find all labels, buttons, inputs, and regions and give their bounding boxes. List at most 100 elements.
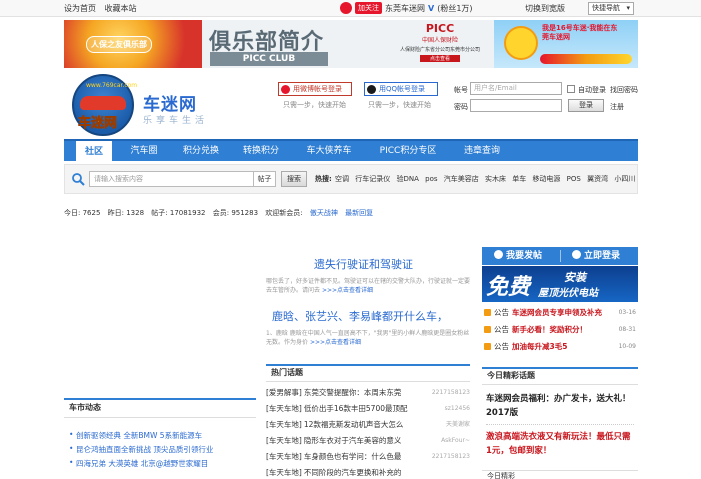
new-member-link[interactable]: 傲天战神 [310, 209, 338, 217]
topic-title[interactable]: 不同阶段的汽车更换和补充的 [304, 468, 402, 477]
solar-ad-banner[interactable]: 免费 安装 屋顶光伏电站 [482, 266, 638, 302]
topic-title[interactable]: 车身颜色也有学问：什么色最 [304, 452, 402, 461]
topic-title[interactable]: 东莞交警提醒你：本周末东莞 [304, 388, 402, 397]
article-title[interactable]: 遗失行驶证和驾驶证 [314, 256, 413, 272]
picc-cn: 中国人保财险 [421, 37, 458, 44]
logo-text: 车迷网 [78, 116, 118, 132]
notice-icon [484, 343, 491, 350]
auto-login-checkbox[interactable] [567, 85, 575, 93]
search-bar: 请输入搜索内容 帖子 搜索 热搜: 空调 行车记录仪 验DNA pos 汽车美容… [64, 164, 638, 194]
hot-search-label: 热搜: [315, 175, 332, 183]
stat-posts: 帖子: 17081932 [151, 209, 206, 217]
notice-title[interactable]: 新手必看！奖励积分！ [512, 325, 587, 334]
car-news-header: 车市动态 [64, 398, 256, 418]
today-topic[interactable]: 激浪高端洗衣液又有新玩法！最低只需1元，包邮到家！ [486, 430, 634, 458]
hot-search-item[interactable]: pos [425, 175, 437, 183]
forgot-password-link[interactable]: 找回密码 [610, 85, 638, 95]
hot-search-item[interactable]: 汽车美容店 [444, 175, 479, 183]
topic-author[interactable]: AskFour~ [441, 433, 470, 448]
topic-author[interactable]: 2217158123 [432, 449, 470, 464]
hot-search-item[interactable]: 行车记录仪 [355, 175, 390, 183]
qq-login-button[interactable]: 用QQ帐号登录 [364, 82, 438, 96]
post-button[interactable]: 我要发帖 [494, 247, 542, 265]
list-item[interactable]: 公告 车迷网会员专享申领及补充 03-16 [484, 305, 640, 320]
list-item[interactable]: 公告 新手必看！奖励积分！ 08-31 [484, 322, 640, 337]
hot-search-item[interactable]: 实木床 [485, 175, 506, 183]
top-bar: 设为首页 收藏本站 加关注 东莞车迷网 V (粉丝1万) 切换到宽版 快捷导航 [0, 0, 701, 17]
hot-search-item[interactable]: 验DNA [396, 175, 418, 183]
topic-title[interactable]: 低价出手16款丰田5700最顶配 [304, 404, 408, 413]
topic-title[interactable]: 12款福克斯发动机声音大怎么 [304, 420, 404, 429]
today-topic[interactable]: 车迷网会员福利：办广发卡，送大礼！2017版 [486, 392, 634, 420]
bookmark-link[interactable]: 收藏本站 [105, 4, 137, 13]
banner-right-ad[interactable]: 我是16号车迷·我能在东莞车迷网 [494, 20, 638, 68]
quick-nav-dropdown[interactable]: 快捷导航 [588, 2, 634, 15]
article-title[interactable]: 鹿晗、张艺兴、李易峰都开什么车， [272, 308, 448, 324]
welcome-text: 欢迎新会员: [265, 209, 303, 217]
list-item[interactable]: [车天车地] 车身颜色也有学问：什么色最 2217158123 [266, 449, 470, 464]
nav-item-car-circle[interactable]: 汽车圈 [122, 141, 166, 161]
latest-reply-link[interactable]: 最新回复 [345, 209, 373, 217]
switch-wide-link[interactable]: 切换到宽版 [525, 3, 565, 14]
hot-search-item[interactable]: 小四川 [614, 175, 635, 183]
fans-count: (粉丝1万) [437, 3, 473, 13]
hot-search-item[interactable]: 空调 [335, 175, 349, 183]
hot-search-item[interactable]: 翼资湾 [587, 175, 608, 183]
picc-more[interactable]: 点击查看 [420, 55, 460, 62]
nav-item-convert-points[interactable]: 转换积分 [236, 141, 286, 161]
login-button[interactable]: 登录 [568, 99, 604, 112]
register-link[interactable]: 注册 [610, 102, 624, 112]
password-input[interactable] [470, 99, 562, 112]
ad-line2: 屋顶光伏电站 [538, 288, 598, 299]
login-now-label: 立即登录 [584, 251, 621, 261]
topic-author[interactable]: 2217158123 [432, 385, 470, 400]
list-item[interactable]: 四海兄弟 大漠英雄 北京@越野世家耀目 [69, 458, 208, 469]
nav-item-points-exchange[interactable]: 积分兑换 [176, 141, 226, 161]
divider [560, 250, 561, 262]
site-name: 车迷网 [143, 95, 197, 115]
topic-author[interactable]: sz12456 [445, 401, 470, 416]
search-type-select[interactable]: 帖子 [254, 171, 276, 187]
article-more-link[interactable]: >>>点击查看详细 [310, 339, 361, 346]
hot-search-item[interactable]: 单车 [512, 175, 526, 183]
topic-tag: [车天车地] [266, 436, 302, 445]
weibo-login-button[interactable]: 用微博帐号登录 [278, 82, 352, 96]
list-item[interactable]: [爱男解事] 东莞交警提醒你：本周末东莞 2217158123 [266, 385, 470, 400]
account-label: 帐号 [454, 86, 468, 94]
follow-button[interactable]: 加关注 [355, 2, 382, 14]
mascot-icon [504, 26, 538, 60]
list-item[interactable]: 创新驱领经典 全新BMW 5系新能源车 [69, 430, 202, 441]
login-now-button[interactable]: 立即登录 [572, 247, 620, 265]
list-item[interactable]: [车天车地] 12款福克斯发动机声音大怎么 天美谢家 [266, 417, 470, 432]
list-item[interactable]: [车天车地] 隐形车衣对于汽车美容的意义 AskFour~ [266, 433, 470, 448]
club-banner[interactable]: 人保之友俱乐部 俱乐部简介 PICC CLUB PICC 中国人保财险 人保财险… [64, 20, 638, 68]
search-input[interactable]: 请输入搜索内容 [89, 171, 254, 187]
notice-title[interactable]: 车迷网会员专享申领及补充 [512, 308, 602, 317]
notice-title[interactable]: 加油每升减3毛5 [512, 342, 567, 351]
article-more-link[interactable]: >>>点击查看详细 [322, 287, 373, 294]
nav-item-community[interactable]: 社区 [76, 139, 112, 163]
search-button[interactable]: 搜索 [281, 171, 307, 187]
nav-item-car-care[interactable]: 车大侠养车 [298, 141, 360, 161]
nav-item-violation-query[interactable]: 违章查询 [456, 141, 508, 161]
topic-author[interactable]: 天美谢家 [446, 417, 470, 432]
car-icon [80, 96, 126, 110]
account-input[interactable]: 用户名/Email [470, 82, 562, 95]
list-item[interactable]: 公告 加油每升减3毛5 10-09 [484, 339, 640, 354]
top-links: 设为首页 收藏本站 [64, 3, 143, 14]
hot-search-item[interactable]: POS [567, 175, 581, 183]
qq-login-label: 用QQ帐号登录 [379, 85, 426, 93]
list-item[interactable]: 昆仑鸿抽直面全新挑战 顶尖品质引领行业 [69, 444, 213, 455]
notice-label: 公告 [494, 325, 509, 334]
list-item[interactable]: [车天车地] 低价出手16款丰田5700最顶配 sz12456 [266, 401, 470, 416]
picc-block: PICC 中国人保财险 人保财险广东省分公司东莞市分公司 点击查看 [394, 22, 486, 62]
qq-step-text: 只需一步，快速开始 [368, 101, 431, 109]
set-home-link[interactable]: 设为首页 [64, 4, 96, 13]
site-logo[interactable]: www.769car.com 车迷网 [72, 74, 137, 136]
topic-title[interactable]: 隐形车衣对于汽车美容的意义 [304, 436, 402, 445]
list-item[interactable]: [车天车地] 不同阶段的汽车更换和补充的 [266, 465, 470, 479]
hot-search-item[interactable]: 移动电源 [532, 175, 560, 183]
weibo-name[interactable]: 东莞车迷网 [385, 3, 425, 14]
nav-item-picc-points[interactable]: PICC积分专区 [372, 141, 444, 161]
stat-members: 会员: 951283 [212, 209, 259, 217]
